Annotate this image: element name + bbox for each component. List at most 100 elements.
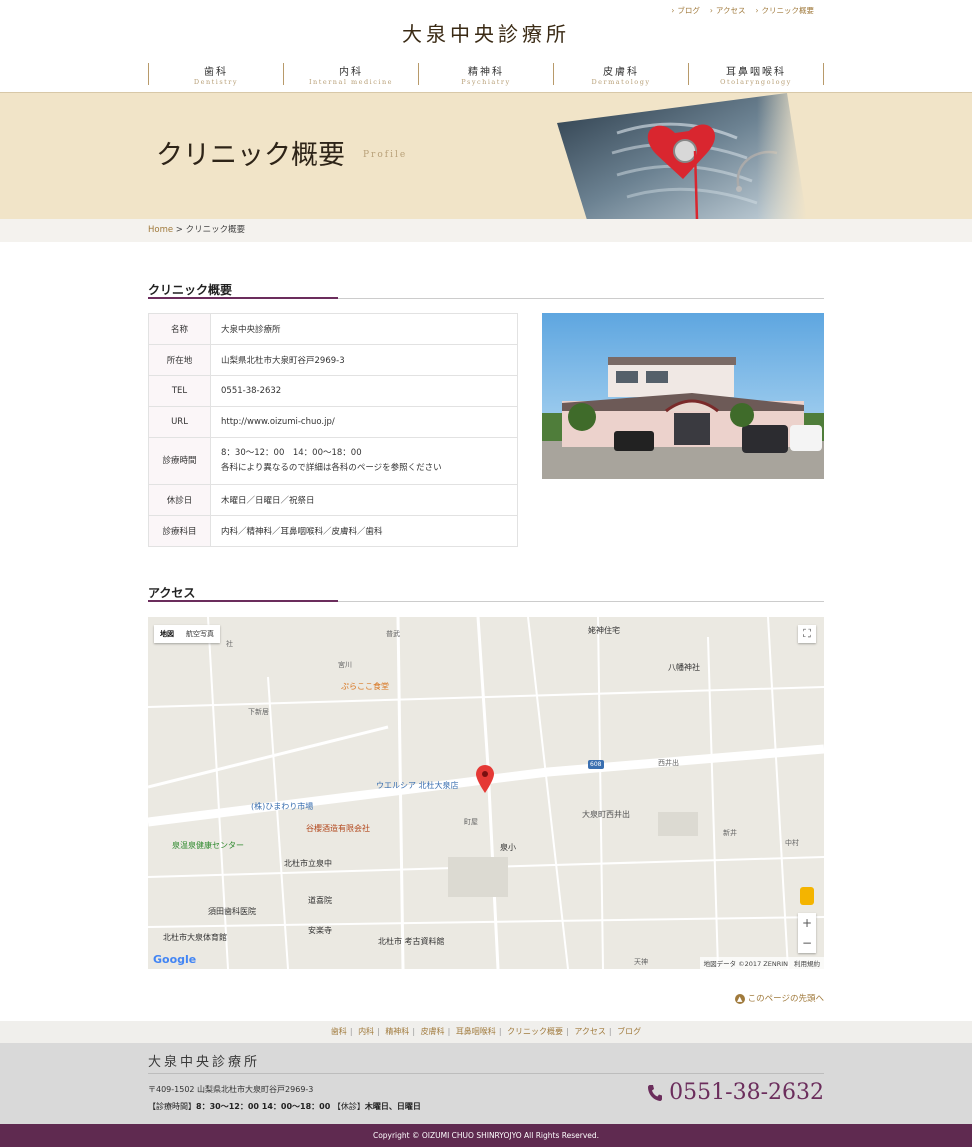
row-key: 休診日 [148, 484, 211, 516]
row-value: 内科／精神科／耳鼻咽喉科／皮膚科／歯科 [210, 515, 518, 547]
hours-label: 【診療時間】 [148, 1102, 196, 1111]
map-label: 宮川 [338, 661, 352, 669]
row-key: TEL [148, 375, 211, 407]
top-link-blog[interactable]: ブログ [671, 5, 700, 16]
hours-note: 各科により異なるので詳細は各科のページを参照ください [221, 463, 442, 473]
copyright: Copyright © OIZUMI CHUO SHINRYOJYO All R… [0, 1124, 972, 1147]
footer-link[interactable]: アクセス [574, 1027, 606, 1036]
map-label: 姥神住宅 [588, 626, 620, 635]
map-label: 天神 [634, 958, 648, 966]
top-link-access[interactable]: アクセス [710, 5, 746, 16]
clinic-building-photo [542, 313, 824, 479]
zoom-in-button[interactable]: + [798, 913, 816, 933]
map-label: 八幡神社 [668, 663, 700, 672]
table-row: TEL 0551-38-2632 [148, 375, 518, 407]
map-label: 須田歯科医院 [208, 907, 256, 916]
map-label: 泉温泉健康センター [172, 841, 244, 850]
footer-phone-number: 0551-38-2632 [669, 1080, 824, 1105]
profile-table: 名称 大泉中央診療所 所在地 山梨県北杜市大泉町谷戸2969-3 TEL 0551-3… [148, 313, 518, 547]
row-key: 所在地 [148, 344, 211, 376]
route-shield: 608 [590, 761, 602, 768]
footer-link[interactable]: 精神科 [385, 1027, 409, 1036]
footer-sep: | [377, 1027, 380, 1036]
map-type-map-tab[interactable]: 地図 [154, 625, 180, 643]
access-heading: アクセス [148, 582, 824, 602]
fullscreen-icon[interactable]: ⛶ [798, 625, 816, 643]
chevron-up-icon: ▲ [734, 994, 745, 1004]
map-label: 道喜院 [308, 896, 332, 905]
footer-phone[interactable]: 0551-38-2632 [647, 1080, 824, 1105]
map-label: ぷらここ食堂 [341, 682, 389, 691]
row-key: 名称 [148, 313, 211, 345]
footer-hours: 【診療時間】8：30～12：00 14：00～18：00 【休診】木曜日、日曜日 [148, 1101, 421, 1112]
footer-link[interactable]: 耳鼻咽喉科 [456, 1027, 496, 1036]
footer-sep: | [447, 1027, 451, 1036]
site-logo[interactable]: 大泉中央診療所 [0, 18, 972, 47]
global-nav: 歯科 Dentistry 内科 Internal medicine 精神科 Ps… [148, 63, 824, 86]
footer-link[interactable]: クリニック概要 [507, 1027, 563, 1036]
map-label: 中村 [785, 839, 799, 847]
row-value: 8：30～12：00 14：00～18：00 各科により異なるので詳細は各科のペー… [210, 437, 518, 485]
profile-heading-text: クリニック概要 [148, 283, 233, 297]
nav-psychiatry[interactable]: 精神科 Psychiatry [419, 63, 554, 86]
footer-link[interactable]: 内科 [358, 1027, 374, 1036]
footer-sep: | [566, 1027, 569, 1036]
back-to-top-link[interactable]: ▲ このページの先頭へ [734, 992, 824, 1004]
xray-heart-image [557, 93, 807, 220]
map-label: 北杜市立泉中 [284, 859, 332, 868]
nav-label-jp: 皮膚科 [603, 67, 639, 78]
nav-label-en: Dentistry [193, 78, 239, 86]
map-label: 西井出 [658, 759, 679, 767]
footer-sep: | [349, 1027, 353, 1036]
map-type-satellite-tab[interactable]: 航空写真 [180, 625, 220, 643]
map-label: (株)ひまわり市場 [251, 802, 314, 811]
page-hero: クリニック概要 Profile [0, 92, 972, 220]
footer-divider [148, 1073, 824, 1074]
back-to-top-label: このページの先頭へ [747, 994, 824, 1004]
row-key: 診療時間 [148, 437, 211, 485]
footer-nav: 歯科 | 内科 | 精神科 | 皮膚科 | 耳鼻咽喉科 | クリニック概要 | アクセス | … [0, 1021, 972, 1043]
table-row: 診療時間 8：30～12：00 14：00～18：00 各科により異なるので詳細は各… [148, 437, 518, 485]
nav-otolaryngology[interactable]: 耳鼻咽喉科 Otolaryngology [689, 63, 824, 86]
footer-logo: 大泉中央診療所 [148, 1055, 261, 1070]
top-links: ブログ アクセス クリニック概要 [671, 5, 814, 16]
footer-link[interactable]: 歯科 [331, 1027, 347, 1036]
nav-label-en: Otolaryngology [720, 78, 792, 86]
row-value: http://www.oizumi-chuo.jp/ [210, 406, 518, 438]
map-label: 北杜市 考古資料館 [378, 937, 445, 946]
nav-internal[interactable]: 内科 Internal medicine [284, 63, 419, 86]
site-header: ブログ アクセス クリニック概要 大泉中央診療所 歯科 Dentistry 内科… [0, 0, 972, 92]
breadcrumb-home[interactable]: Home [148, 225, 173, 235]
street-view-pegman-icon[interactable] [800, 887, 814, 905]
heading-accent-bar [148, 600, 338, 602]
zoom-out-button[interactable]: − [798, 933, 816, 953]
nav-label-jp: 耳鼻咽喉科 [726, 67, 786, 78]
map-label: 町屋 [464, 818, 478, 826]
breadcrumb-sep: > [173, 225, 186, 235]
map-label: 新井 [723, 829, 737, 837]
nav-label-jp: 歯科 [204, 67, 228, 78]
footer-sep: | [608, 1027, 612, 1036]
table-row: 休診日 木曜日／日曜日／祝祭日 [148, 484, 518, 516]
footer-link[interactable]: 皮膚科 [421, 1027, 445, 1036]
map-type-toggle: 地図 航空写真 [154, 625, 220, 643]
table-row: 診療科目 内科／精神科／耳鼻咽喉科／皮膚科／歯科 [148, 515, 518, 547]
table-row: 名称 大泉中央診療所 [148, 313, 518, 345]
nav-label-jp: 内科 [339, 67, 363, 78]
nav-dermatology[interactable]: 皮膚科 Dermatology [554, 63, 689, 86]
map-label: 安楽寺 [308, 926, 332, 935]
row-value: 0551-38-2632 [210, 375, 518, 407]
terms-link[interactable]: 利用規約 [794, 958, 820, 968]
closed-value: 木曜日、日曜日 [364, 1102, 421, 1111]
breadcrumb: Home > クリニック概要 [0, 219, 972, 242]
nav-label-en: Internal medicine [308, 78, 394, 86]
top-link-profile[interactable]: クリニック概要 [756, 5, 815, 16]
table-row: 所在地 山梨県北杜市大泉町谷戸2969-3 [148, 344, 518, 376]
row-key: 診療科目 [148, 515, 211, 547]
footer-link[interactable]: ブログ [617, 1027, 641, 1036]
google-map[interactable]: 姥神住宅 八幡神社 ぷらここ食堂 ウエルシア 北杜大泉店 (株)ひまわり市場 谷… [148, 617, 824, 969]
profile-heading: クリニック概要 [148, 279, 824, 299]
phone-icon [648, 1084, 663, 1101]
hours-value: 8：30～12：00 14：00～18：00 [196, 1102, 331, 1111]
nav-dentistry[interactable]: 歯科 Dentistry [149, 63, 284, 86]
